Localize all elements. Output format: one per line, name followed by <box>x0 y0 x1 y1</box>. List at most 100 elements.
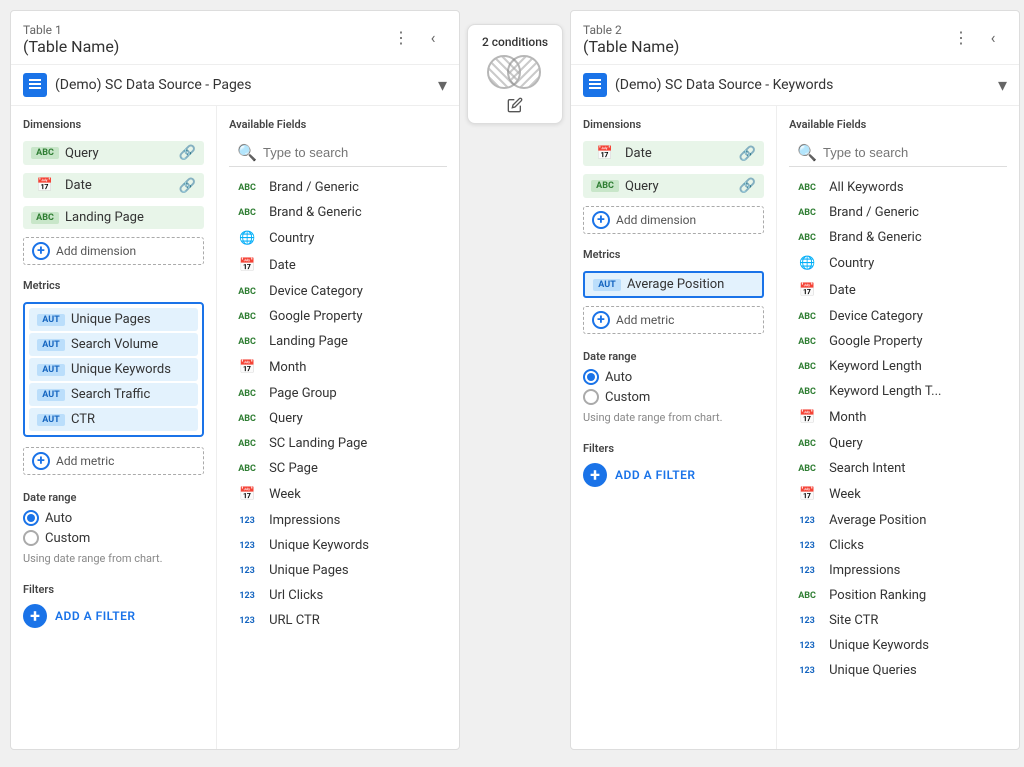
table1-field-week-badge: 📅 <box>233 486 261 503</box>
table1-field-scpage-name: SC Page <box>269 461 318 476</box>
table2-date-auto-radio[interactable] <box>583 369 599 385</box>
table1-dim-query[interactable]: ABC Query 🔗 <box>23 141 204 165</box>
table2-date-custom-radio[interactable] <box>583 389 599 405</box>
table1-field-uniquepages[interactable]: 123 Unique Pages <box>229 560 447 581</box>
table1-metric-uniquepages-badge: AUT <box>37 314 65 326</box>
table1-metric-uniquepages-name: Unique Pages <box>71 312 190 327</box>
table2-collapse-icon[interactable]: ‹ <box>979 23 1007 51</box>
table2-dim-query[interactable]: ABC Query 🔗 <box>583 174 764 198</box>
table2-field-keywordlength[interactable]: ABC Keyword Length <box>789 356 1007 377</box>
table1-field-country[interactable]: 🌐 Country <box>229 227 447 250</box>
table1-dim-landingpage[interactable]: ABC Landing Page <box>23 206 204 229</box>
table1-field-impressions[interactable]: 123 Impressions <box>229 510 447 531</box>
table2-field-uniquekeywords[interactable]: 123 Unique Keywords <box>789 635 1007 656</box>
table1-field-pagegroup[interactable]: ABC Page Group <box>229 383 447 404</box>
table2-field-impressions-badge: 123 <box>793 565 821 577</box>
table1-field-googleproperty[interactable]: ABC Google Property <box>229 306 447 327</box>
table1-date-custom-row[interactable]: Custom <box>23 528 204 548</box>
table2-field-positionranking[interactable]: ABC Position Ranking <box>789 585 1007 606</box>
table2-field-brandandgeneric[interactable]: ABC Brand & Generic <box>789 227 1007 248</box>
table1-field-brandgeneric[interactable]: ABC Brand / Generic <box>229 177 447 198</box>
table1-field-date[interactable]: 📅 Date <box>229 254 447 277</box>
table2-metric-avgposition[interactable]: AUT Average Position <box>583 271 764 298</box>
table2-field-clicks[interactable]: 123 Clicks <box>789 535 1007 556</box>
table1-dim-landingpage-badge: ABC <box>31 212 59 224</box>
table2-metric-avgposition-name: Average Position <box>627 277 754 292</box>
table1-search-row: 🔍 <box>229 139 447 167</box>
table2-field-keywordlengtht-badge: ABC <box>793 386 821 398</box>
table1-metric-searchtraffic[interactable]: AUT Search Traffic <box>29 383 198 406</box>
table1-field-urlctr[interactable]: 123 URL CTR <box>229 610 447 631</box>
table1-field-impressions-name: Impressions <box>269 513 340 528</box>
table2-field-month[interactable]: 📅 Month <box>789 406 1007 429</box>
table1-add-filter-btn[interactable]: + ADD A FILTER <box>23 600 204 632</box>
table1-add-metric-btn[interactable]: + Add metric <box>23 447 204 475</box>
table1-dim-date[interactable]: 📅 Date 🔗 <box>23 173 204 198</box>
table1-add-filter-label: ADD A FILTER <box>55 609 136 623</box>
table1-search-input[interactable] <box>263 145 439 160</box>
table1-field-week[interactable]: 📅 Week <box>229 483 447 506</box>
table2-field-positionranking-name: Position Ranking <box>829 588 926 603</box>
table1-field-sclandingpage[interactable]: ABC SC Landing Page <box>229 433 447 454</box>
table1-metric-ctr[interactable]: AUT CTR <box>29 408 198 431</box>
table1-field-urlctr-badge: 123 <box>233 615 261 627</box>
table1-date-auto-row[interactable]: Auto <box>23 508 204 528</box>
table2-datasource-row[interactable]: (Demo) SC Data Source - Keywords ▾ <box>571 65 1019 106</box>
table1-field-month-name: Month <box>269 360 306 375</box>
table2-add-metric-label: Add metric <box>616 313 674 327</box>
table2-field-country-badge: 🌐 <box>793 255 821 272</box>
table1-metrics-box: AUT Unique Pages AUT Search Volume AUT U… <box>23 302 204 437</box>
table2-field-googleproperty[interactable]: ABC Google Property <box>789 331 1007 352</box>
table2-field-query[interactable]: ABC Query <box>789 433 1007 454</box>
table1-metric-searchtraffic-badge: AUT <box>37 389 65 401</box>
table2-field-devicecategory[interactable]: ABC Device Category <box>789 306 1007 327</box>
table2-field-impressions[interactable]: 123 Impressions <box>789 560 1007 581</box>
table2-menu-icon[interactable]: ⋮ <box>947 23 975 51</box>
table2-field-avgposition[interactable]: 123 Average Position <box>789 510 1007 531</box>
conditions-edit-icon[interactable] <box>507 97 523 113</box>
table2-datasource-chevron[interactable]: ▾ <box>998 75 1007 96</box>
table2-field-searchintent[interactable]: ABC Search Intent <box>789 458 1007 479</box>
table2-date-auto-row[interactable]: Auto <box>583 367 764 387</box>
table1-field-scpage[interactable]: ABC SC Page <box>229 458 447 479</box>
table1-field-uniquekeywords[interactable]: 123 Unique Keywords <box>229 535 447 556</box>
table2-search-input[interactable] <box>823 145 999 160</box>
table1-add-dimension-btn[interactable]: + Add dimension <box>23 237 204 265</box>
table2-add-dimension-btn[interactable]: + Add dimension <box>583 206 764 234</box>
table1-field-month[interactable]: 📅 Month <box>229 356 447 379</box>
table2-date-custom-row[interactable]: Custom <box>583 387 764 407</box>
table1-metric-uniquekeywords[interactable]: AUT Unique Keywords <box>29 358 198 381</box>
table1-available-fields-label: Available Fields <box>229 118 447 131</box>
table2-field-uniquequeries[interactable]: 123 Unique Queries <box>789 660 1007 681</box>
table2-field-allkeywords[interactable]: ABC All Keywords <box>789 177 1007 198</box>
table2-field-date-badge: 📅 <box>793 282 821 299</box>
table2-field-date[interactable]: 📅 Date <box>789 279 1007 302</box>
table1-date-custom-radio[interactable] <box>23 530 39 546</box>
table2-field-brandgeneric[interactable]: ABC Brand / Generic <box>789 202 1007 223</box>
table1-field-landingpage-badge: ABC <box>233 336 261 348</box>
table1-field-query[interactable]: ABC Query <box>229 408 447 429</box>
table1-field-brandandgeneric[interactable]: ABC Brand & Generic <box>229 202 447 223</box>
table1-metric-uniquepages[interactable]: AUT Unique Pages <box>29 308 198 331</box>
table1-field-devicecategory[interactable]: ABC Device Category <box>229 281 447 302</box>
table1-datasource-chevron[interactable]: ▾ <box>438 75 447 96</box>
table1-dim-landingpage-name: Landing Page <box>65 210 196 225</box>
table1-menu-icon[interactable]: ⋮ <box>387 23 415 51</box>
table2-field-keywordlength-name: Keyword Length <box>829 359 922 374</box>
table1-date-auto-radio[interactable] <box>23 510 39 526</box>
table1-field-landingpage[interactable]: ABC Landing Page <box>229 331 447 352</box>
table2-field-keywordlengtht[interactable]: ABC Keyword Length T... <box>789 381 1007 402</box>
table1-collapse-icon[interactable]: ‹ <box>419 23 447 51</box>
table1-field-urlclicks[interactable]: 123 Url Clicks <box>229 585 447 606</box>
table2-field-sitectr[interactable]: 123 Site CTR <box>789 610 1007 631</box>
table2-add-metric-btn[interactable]: + Add metric <box>583 306 764 334</box>
table1-datasource-row[interactable]: (Demo) SC Data Source - Pages ▾ <box>11 65 459 106</box>
table1-dim-query-badge: ABC <box>31 147 59 159</box>
table1-metric-searchvolume[interactable]: AUT Search Volume <box>29 333 198 356</box>
table2-dim-date[interactable]: 📅 Date 🔗 <box>583 141 764 166</box>
table2-field-country[interactable]: 🌐 Country <box>789 252 1007 275</box>
table1-field-urlclicks-badge: 123 <box>233 590 261 602</box>
table2-field-uniquekeywords-name: Unique Keywords <box>829 638 929 653</box>
table2-add-filter-btn[interactable]: + ADD A FILTER <box>583 459 764 491</box>
table2-field-week[interactable]: 📅 Week <box>789 483 1007 506</box>
